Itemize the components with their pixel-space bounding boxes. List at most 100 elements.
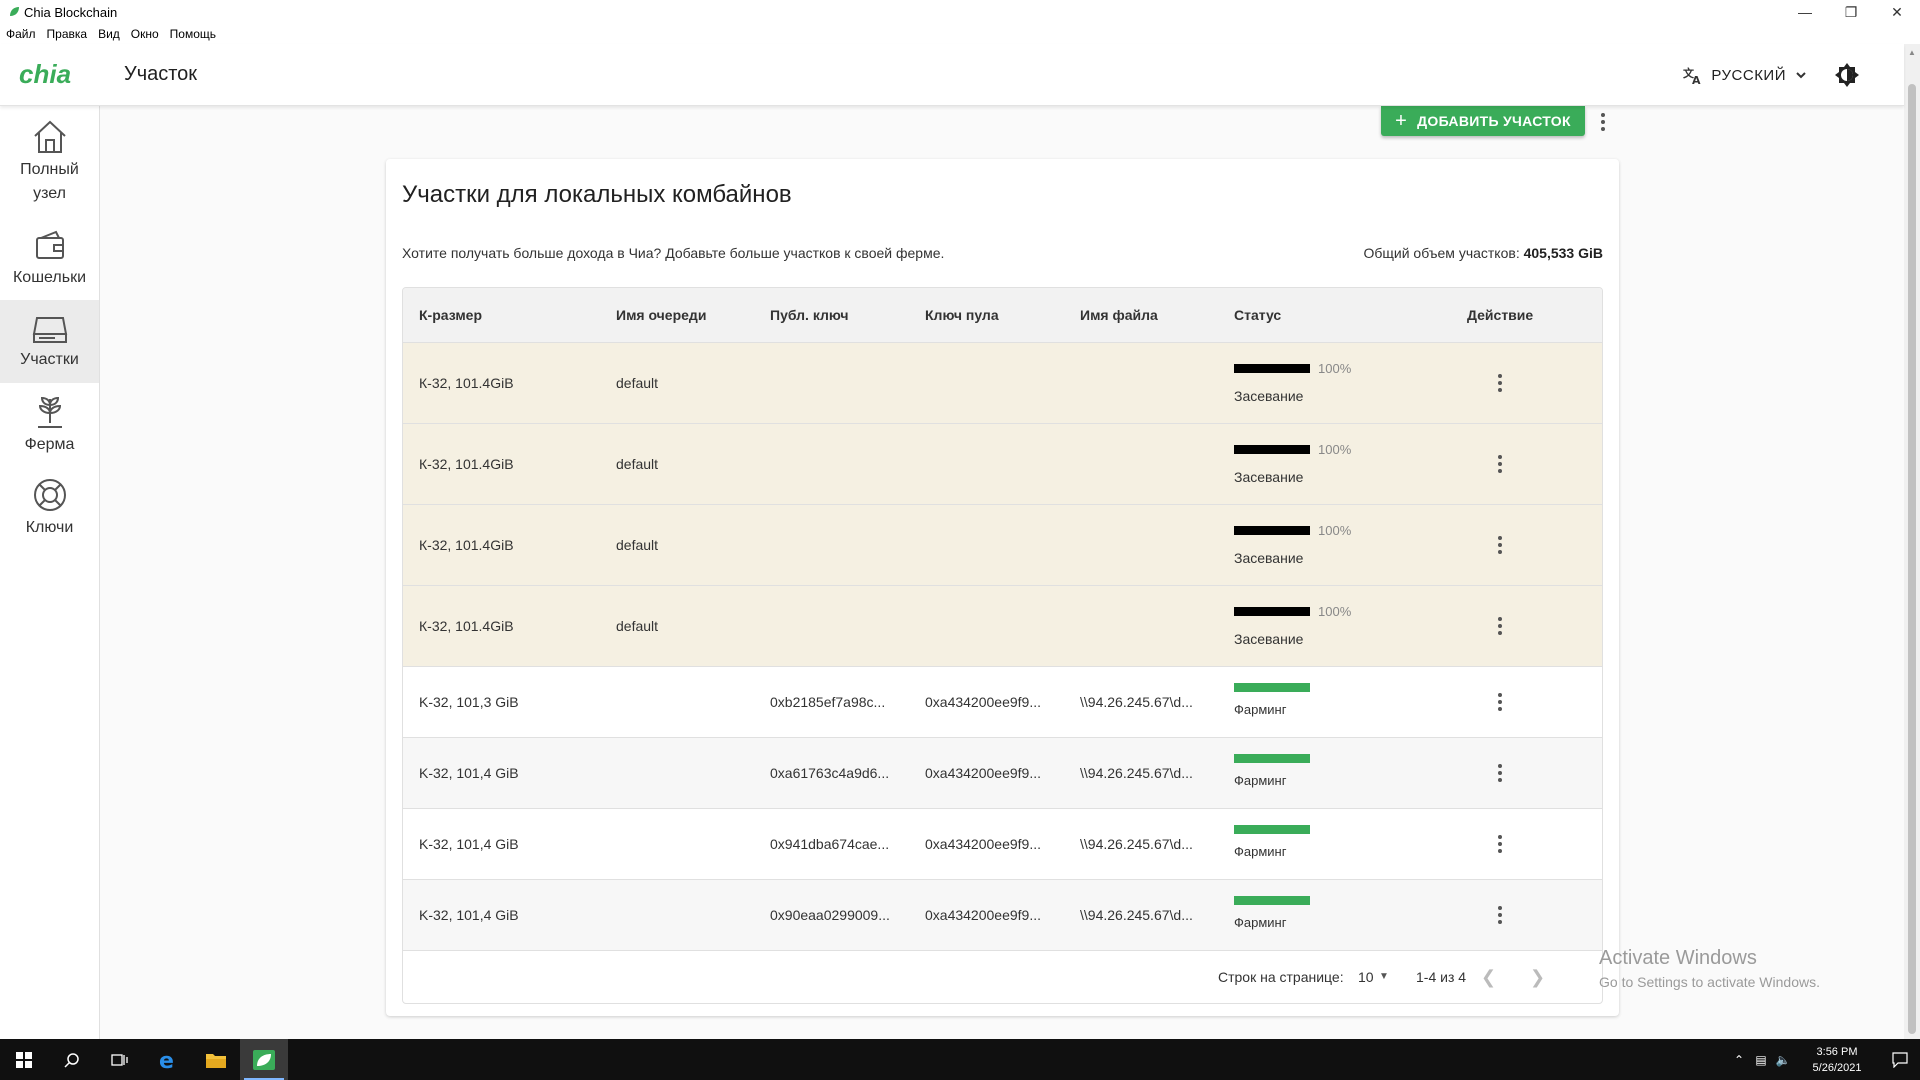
language-selector[interactable]: 文 A РУССКИЙ xyxy=(1683,60,1808,90)
table-pagination: Строк на странице: 10 ▼ 1-4 из 4 ❮ ❯ xyxy=(403,951,1602,1003)
chevron-down-icon xyxy=(1796,72,1806,79)
col-pool-key[interactable]: Ключ пула xyxy=(925,307,999,323)
cell-size: К-32, 101.4GiB xyxy=(419,537,514,553)
network-icon[interactable]: ▤ xyxy=(1750,1053,1772,1067)
row-actions-icon[interactable] xyxy=(1488,761,1512,785)
row-actions-icon[interactable] xyxy=(1488,903,1512,927)
sidebar-item-label: Ферма xyxy=(24,435,75,453)
status-cell: Фарминг xyxy=(1234,683,1310,717)
sidebar-item-label: Кошельки xyxy=(12,268,87,286)
add-plot-label: ДОБАВИТЬ УЧАСТОК xyxy=(1417,113,1571,129)
table-row: К-32, 101.4GiB default 100% Засевание xyxy=(403,424,1602,505)
col-filename[interactable]: Имя файла xyxy=(1080,307,1158,323)
row-actions-icon[interactable] xyxy=(1488,533,1512,557)
progress-bar xyxy=(1234,607,1310,616)
scrollbar-thumb[interactable] xyxy=(1908,84,1916,1034)
menu-view[interactable]: Вид xyxy=(98,27,120,41)
menu-help[interactable]: Помощь xyxy=(170,27,216,41)
col-k-size[interactable]: К-размер xyxy=(419,307,482,323)
status-text: Фарминг xyxy=(1234,702,1287,717)
status-cell: 100% Засевание xyxy=(1234,442,1351,485)
search-button[interactable] xyxy=(48,1039,96,1080)
sidebar-item-full-node[interactable]: Полный узел xyxy=(0,106,99,217)
svg-text:chia: chia xyxy=(19,61,71,89)
total-label: Общий объем участков: xyxy=(1363,245,1520,261)
table-row: К-32, 101.4GiB default 100% Засевание xyxy=(403,343,1602,424)
minimize-button[interactable]: — xyxy=(1782,0,1828,24)
restore-button[interactable]: ❐ xyxy=(1828,0,1874,24)
menu-edit[interactable]: Правка xyxy=(47,27,88,41)
status-cell: 100% Засевание xyxy=(1234,361,1351,404)
row-actions-icon[interactable] xyxy=(1488,614,1512,638)
table-row: K-32, 101,4 GiB 0x941dba674cae... 0xa434… xyxy=(403,809,1602,880)
progress-bar xyxy=(1234,445,1310,454)
sidebar-item-keys[interactable]: Ключи xyxy=(0,466,99,549)
col-queue-name[interactable]: Имя очереди xyxy=(616,307,706,323)
card-description: Хотите получать больше дохода в Чиа? Доб… xyxy=(402,245,945,261)
progress-percent: 100% xyxy=(1318,442,1352,457)
clock-date: 5/26/2021 xyxy=(1812,1061,1862,1074)
cell-public-key: 0x941dba674cae... xyxy=(770,836,890,852)
more-vert-icon[interactable] xyxy=(1591,108,1615,136)
notification-icon xyxy=(1892,1051,1908,1068)
menu-file[interactable]: Файл xyxy=(6,27,36,41)
col-public-key[interactable]: Публ. ключ xyxy=(770,307,848,323)
menu-bar: Файл Правка Вид Окно Помощь xyxy=(0,24,1920,44)
cell-public-key: 0x90eaa0299009... xyxy=(770,907,890,923)
language-label: РУССКИЙ xyxy=(1711,66,1786,84)
scroll-up-icon[interactable]: ▲ xyxy=(1908,48,1916,57)
chevron-right-icon[interactable]: ❯ xyxy=(1530,967,1545,988)
tray-chevron-up-icon[interactable]: ⌃ xyxy=(1728,1053,1750,1067)
add-plot-button[interactable]: + ДОБАВИТЬ УЧАСТОК xyxy=(1381,106,1585,136)
volume-icon[interactable]: 🔈 xyxy=(1772,1053,1794,1067)
svg-text:e: e xyxy=(159,1049,174,1071)
page-title: Участок xyxy=(124,63,198,85)
sidebar-item-wallets[interactable]: Кошельки xyxy=(0,217,99,300)
status-text: Фарминг xyxy=(1234,844,1287,859)
sidebar-item-plots[interactable]: Участки xyxy=(0,300,99,383)
close-button[interactable]: ✕ xyxy=(1874,0,1920,24)
total-plot-size: Общий объем участков: 405,533 GiB xyxy=(1363,245,1603,261)
plots-table: К-размер Имя очереди Публ. ключ Ключ пул… xyxy=(402,287,1603,1004)
chia-app-icon xyxy=(10,7,19,16)
start-button[interactable] xyxy=(0,1039,48,1080)
status-text: Фарминг xyxy=(1234,773,1287,788)
progress-percent: 100% xyxy=(1318,361,1352,376)
menu-window[interactable]: Окно xyxy=(131,27,159,41)
internet-explorer-icon: e xyxy=(159,1049,174,1071)
cell-filename: \\94.26.245.67\d... xyxy=(1080,836,1193,852)
chia-taskbar-button[interactable] xyxy=(240,1039,288,1080)
vertical-scrollbar[interactable]: ▲ xyxy=(1904,44,1920,1039)
table-row: К-32, 101.4GiB default 100% Засевание xyxy=(403,505,1602,586)
rows-per-page-select[interactable]: 10 xyxy=(1358,969,1374,985)
sidebar-item-farm[interactable]: Ферма xyxy=(0,383,99,466)
taskbar: e ⌃ ▤ 🔈 3:56 PM 5/26/2021 xyxy=(0,1039,1920,1080)
file-explorer-button[interactable] xyxy=(192,1039,240,1080)
notifications-button[interactable] xyxy=(1880,1051,1920,1068)
row-actions-icon[interactable] xyxy=(1488,832,1512,856)
status-text: Засевание xyxy=(1234,550,1304,566)
theme-toggle-icon[interactable] xyxy=(1834,62,1860,88)
chia-logo[interactable]: chia xyxy=(0,44,100,106)
table-row: K-32, 101,3 GiB 0xb2185ef7a98c... 0xa434… xyxy=(403,667,1602,738)
status-bar xyxy=(1234,896,1310,905)
svg-text:A: A xyxy=(1692,74,1701,85)
search-icon xyxy=(64,1052,79,1068)
task-view-button[interactable] xyxy=(96,1039,144,1080)
col-status[interactable]: Статус xyxy=(1234,307,1281,323)
row-actions-icon[interactable] xyxy=(1488,452,1512,476)
plots-card: Участки для локальных комбайнов Хотите п… xyxy=(386,159,1619,1016)
row-actions-icon[interactable] xyxy=(1488,371,1512,395)
cell-filename: \\94.26.245.67\d... xyxy=(1080,765,1193,781)
taskbar-clock[interactable]: 3:56 PM 5/26/2021 xyxy=(1802,1044,1872,1076)
cell-size: К-32, 101.4GiB xyxy=(419,618,514,634)
cell-pool-key: 0xa434200ee9f9... xyxy=(925,836,1041,852)
chevron-left-icon[interactable]: ❮ xyxy=(1481,967,1496,988)
col-action: Действие xyxy=(1467,307,1534,323)
internet-explorer-button[interactable]: e xyxy=(144,1039,192,1080)
caret-down-icon[interactable]: ▼ xyxy=(1379,971,1389,982)
sidebar-item-label: Полный узел xyxy=(20,160,79,202)
row-actions-icon[interactable] xyxy=(1488,690,1512,714)
clock-time: 3:56 PM xyxy=(1816,1045,1858,1058)
status-text: Засевание xyxy=(1234,469,1304,485)
